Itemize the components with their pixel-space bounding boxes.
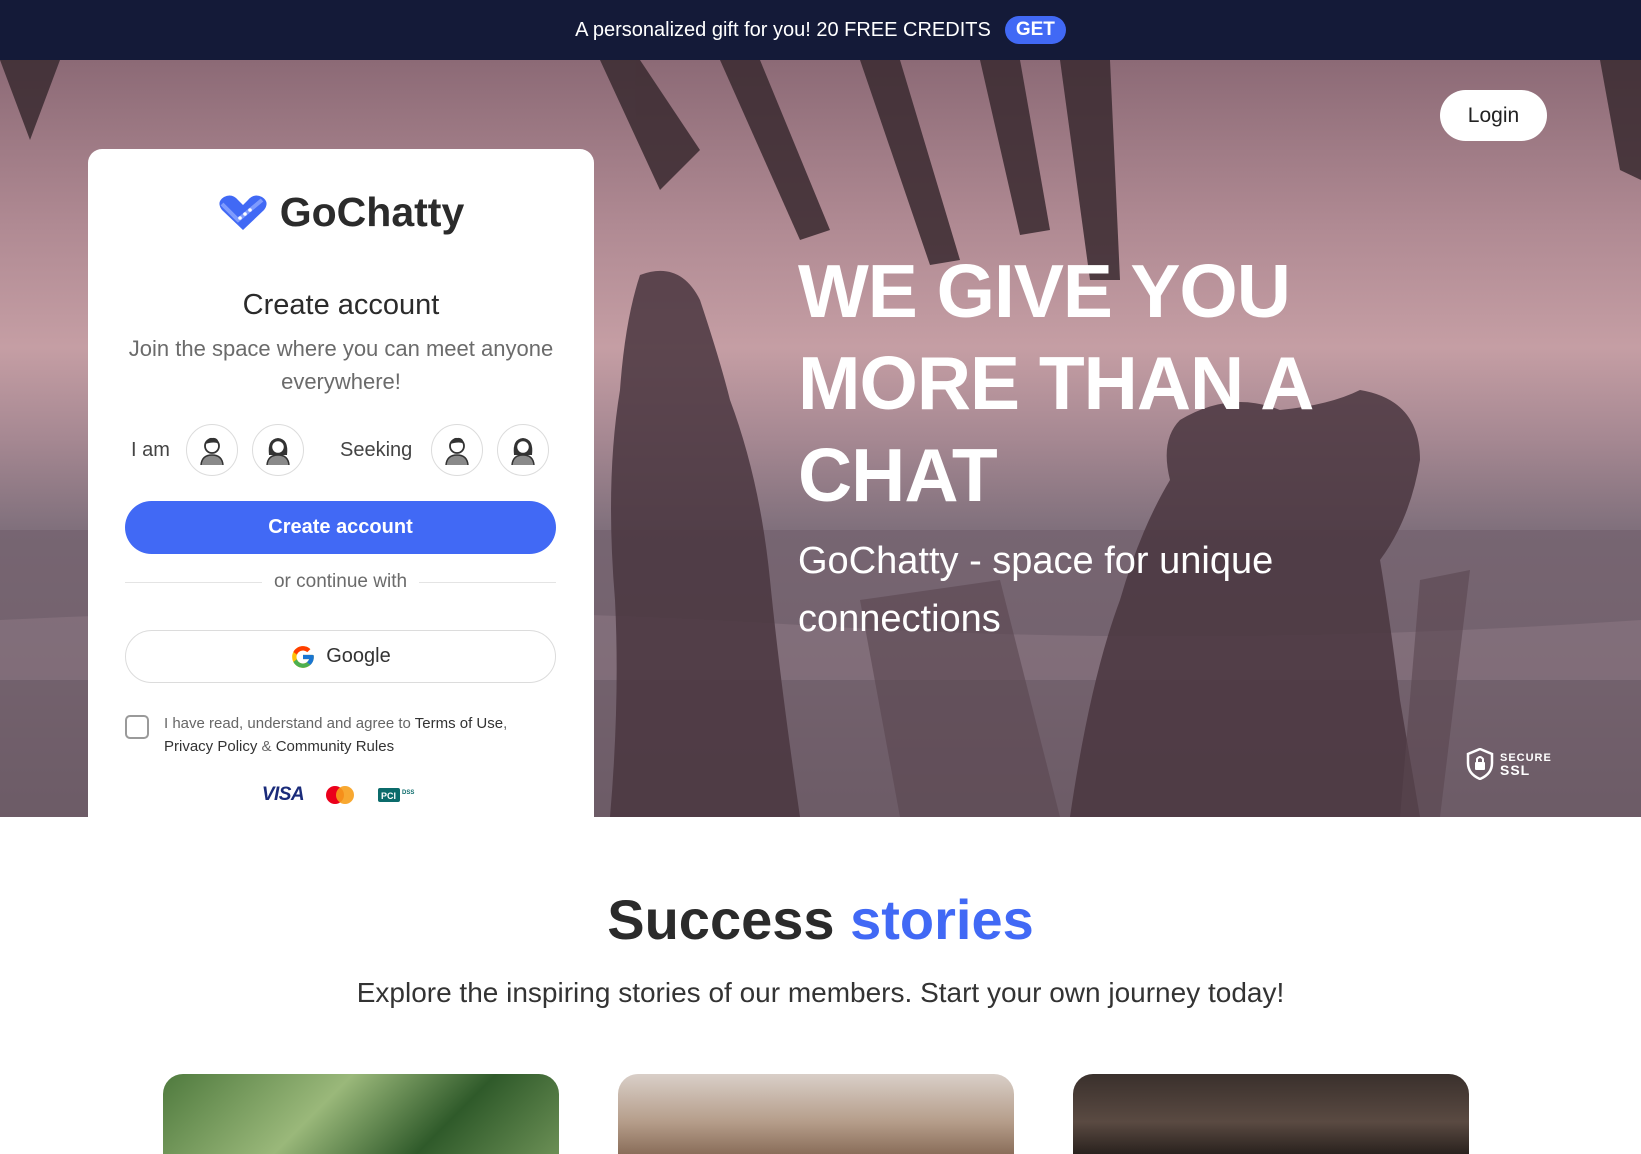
privacy-policy-link[interactable]: Privacy Policy: [164, 738, 257, 755]
terms-of-use-link[interactable]: Terms of Use: [415, 715, 503, 732]
pci-dss-icon: PCI DSS: [378, 788, 415, 802]
terms-prefix: I have read, understand and agree to: [164, 715, 415, 732]
dss-logo-text: DSS: [402, 790, 414, 796]
create-account-button[interactable]: Create account: [125, 501, 556, 554]
ssl-label-bottom: SSL: [1500, 762, 1531, 778]
google-signin-button[interactable]: Google: [125, 630, 556, 683]
ssl-badge: SECURE SSL: [1466, 748, 1552, 780]
terms-comma: ,: [503, 715, 508, 732]
story-card-3[interactable]: [1073, 1074, 1469, 1154]
terms-text: I have read, understand and agree to Ter…: [164, 712, 507, 758]
pci-logo-text: PCI: [381, 791, 396, 801]
gender-selector: I am Seeking: [88, 424, 594, 478]
i-am-female-option[interactable]: [252, 424, 304, 476]
success-title: Success stories: [0, 887, 1641, 952]
payment-logos: VISA PCI DSS: [88, 784, 594, 806]
divider-line-right: [419, 581, 557, 583]
divider-line-left: [125, 581, 262, 583]
seeking-female-option[interactable]: [497, 424, 549, 476]
divider-label: or continue with: [273, 571, 408, 592]
female-avatar-icon: [511, 438, 535, 465]
story-card-2[interactable]: [618, 1074, 1014, 1154]
visa-logo: VISA: [261, 784, 305, 805]
community-rules-link[interactable]: Community Rules: [276, 738, 394, 755]
seeking-label: Seeking: [340, 439, 413, 461]
terms-ampersand: &: [257, 738, 276, 755]
promo-bar: A personalized gift for you! 20 FREE CRE…: [0, 0, 1641, 60]
hero-subtitle: GoChatty - space for unique connections: [798, 540, 1274, 640]
male-avatar-icon: [445, 437, 469, 465]
female-avatar-icon: [266, 438, 290, 465]
i-am-male-option[interactable]: [186, 424, 238, 476]
seeking-male-option[interactable]: [431, 424, 483, 476]
success-title-main: Success: [607, 888, 835, 951]
signup-subtitle: Join the space where you can meet anyone…: [128, 336, 554, 394]
google-label: Google: [326, 645, 391, 667]
i-am-label: I am: [131, 439, 170, 461]
heart-logo-icon: [219, 195, 267, 230]
terms-checkbox[interactable]: [125, 715, 149, 739]
shield-lock-icon: [1466, 748, 1494, 780]
hero-title: WE GIVE YOU MORE THAN A CHAT: [798, 249, 1312, 517]
hero-section: Login WE GIVE YOU MORE THAN A CHAT GoCha…: [0, 60, 1641, 817]
brand: GoChatty: [88, 189, 594, 236]
signup-title: Create account: [242, 289, 440, 321]
success-subtitle: Explore the inspiring stories of our mem…: [356, 977, 1285, 1008]
promo-get-button[interactable]: GET: [1004, 16, 1066, 44]
story-card-1[interactable]: [163, 1074, 559, 1154]
promo-text: A personalized gift for you! 20 FREE CRE…: [575, 18, 991, 41]
mastercard-icon: [326, 786, 355, 804]
brand-name: GoChatty: [279, 189, 465, 235]
login-button[interactable]: Login: [1440, 90, 1547, 141]
continue-divider: or continue with: [125, 569, 557, 595]
google-icon: [292, 645, 315, 668]
success-title-accent: stories: [850, 888, 1034, 951]
male-avatar-icon: [200, 437, 224, 465]
terms-agreement: I have read, understand and agree to Ter…: [125, 712, 556, 758]
success-stories-section: Success stories Explore the inspiring st…: [0, 817, 1641, 1154]
signup-card: GoChatty Create account Join the space w…: [88, 149, 594, 817]
